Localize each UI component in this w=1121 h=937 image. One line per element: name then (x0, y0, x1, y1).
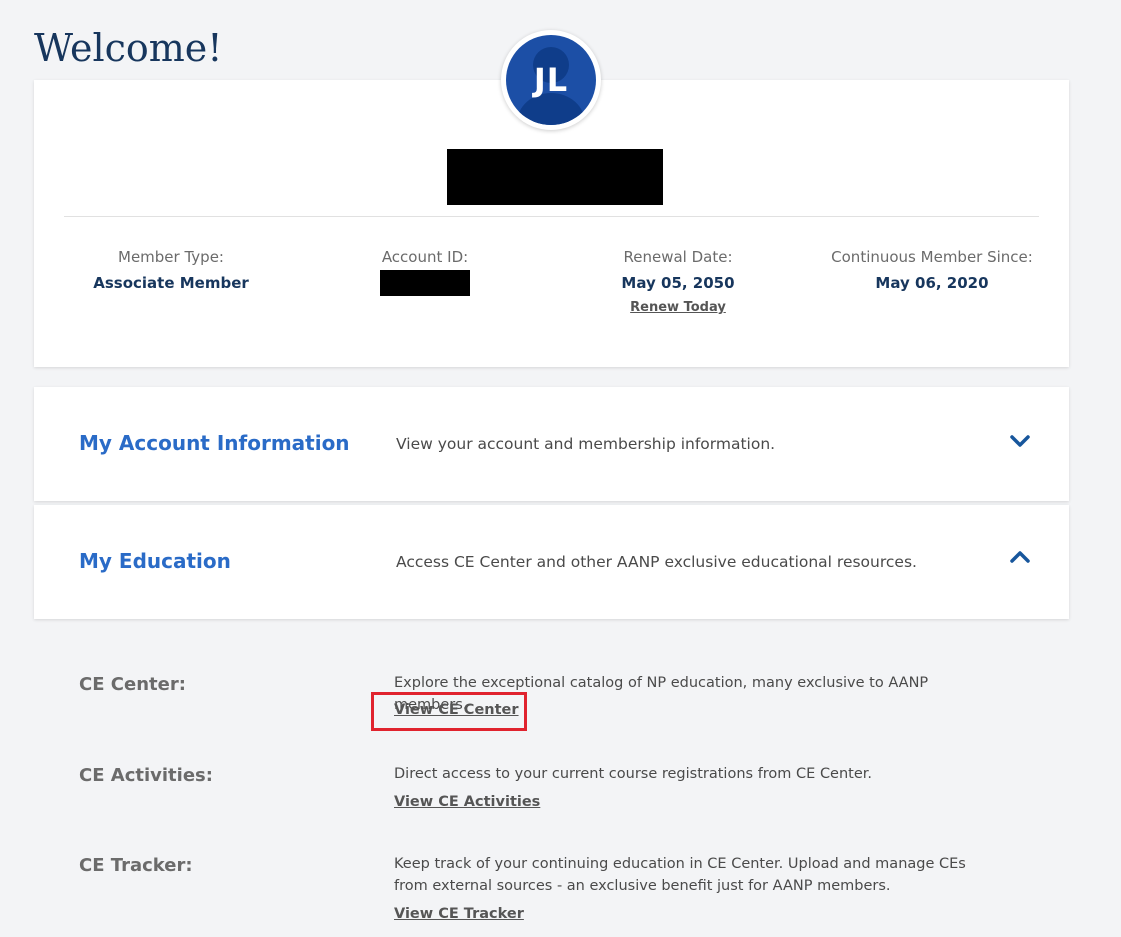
renewal-date: Renewal Date: May 05, 2050 Renew Today (558, 248, 798, 315)
ce-activities-label: CE Activities: (79, 765, 213, 786)
member-type-value: Associate Member (93, 274, 249, 292)
chevron-down-icon[interactable] (1009, 433, 1031, 449)
account-information-title[interactable]: My Account Information (79, 431, 350, 455)
ce-center-label: CE Center: (79, 674, 186, 695)
view-ce-tracker-link[interactable]: View CE Tracker (394, 906, 524, 922)
account-information-description: View your account and membership informa… (396, 435, 776, 453)
ce-tracker-description: Keep track of your continuing education … (394, 856, 966, 894)
avatar: JL (501, 30, 601, 130)
account-id: Account ID: (305, 248, 545, 300)
education-section[interactable]: My Education Access CE Center and other … (34, 505, 1069, 619)
account-information-section[interactable]: My Account Information View your account… (34, 387, 1069, 501)
member-type-label: Member Type: (118, 248, 224, 266)
highlight-annotation (371, 692, 527, 731)
account-id-label: Account ID: (381, 248, 469, 266)
member-name-redacted (447, 149, 663, 205)
renew-today-link[interactable]: Renew Today (630, 300, 726, 315)
page-title: Welcome! (34, 26, 223, 70)
member-type: Member Type: Associate Member (51, 248, 291, 292)
member-since-value: May 06, 2020 (875, 274, 989, 292)
member-since-label: Continuous Member Since: (831, 248, 1033, 266)
renewal-date-label: Renewal Date: (623, 248, 733, 266)
ce-activities-description: Direct access to your current course reg… (394, 766, 873, 782)
account-id-redacted (380, 270, 470, 296)
renewal-date-value: May 05, 2050 (621, 274, 735, 292)
education-title[interactable]: My Education (79, 549, 231, 573)
view-ce-activities-link[interactable]: View CE Activities (394, 794, 540, 810)
divider (64, 216, 1039, 217)
member-since: Continuous Member Since: May 06, 2020 (812, 248, 1052, 292)
avatar-initials: JL (533, 61, 569, 99)
chevron-up-icon[interactable] (1009, 549, 1031, 565)
ce-tracker-label: CE Tracker: (79, 855, 193, 876)
education-description: Access CE Center and other AANP exclusiv… (396, 553, 917, 571)
